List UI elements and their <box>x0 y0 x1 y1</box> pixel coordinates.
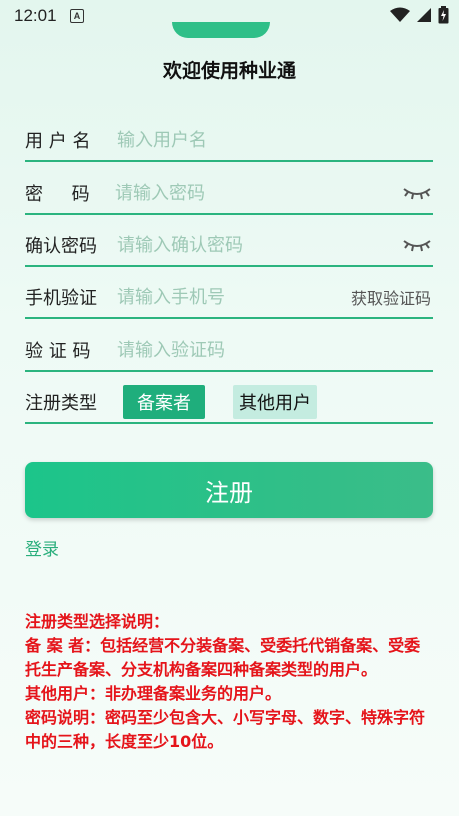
username-label: 用 户 名 <box>25 131 91 152</box>
password-input[interactable] <box>111 182 403 204</box>
wifi-icon <box>390 7 410 22</box>
note-line: 密码说明：密码至少包含大、小写字母、数字、特殊字符中的三种，长度至少10位。 <box>25 708 426 751</box>
note-line: 其他用户：非办理备案业务的用户。 <box>25 684 282 703</box>
status-icons <box>390 6 449 24</box>
type-option-other[interactable]: 其他用户 <box>233 385 317 419</box>
username-row: 用 户 名 <box>25 120 433 162</box>
confirm-password-input[interactable] <box>113 234 403 256</box>
type-option-filer[interactable]: 备案者 <box>123 385 205 419</box>
password-row: 密 码 <box>25 173 433 215</box>
phone-row: 手机验证 获取验证码 <box>25 277 433 319</box>
eye-closed-icon[interactable] <box>403 185 431 201</box>
battery-icon <box>438 6 449 24</box>
register-button[interactable]: 注册 <box>25 462 433 518</box>
notification-a-icon: A <box>70 9 84 23</box>
username-input[interactable] <box>113 129 433 151</box>
confirm-password-label: 确认密码 <box>25 236 97 257</box>
code-row: 验 证 码 <box>25 330 433 372</box>
note-line: 注册类型选择说明： <box>25 612 170 631</box>
note-line: 备 案 者：包括经营不分装备案、受委托代销备案、受委托生产备案、分支机构备案四种… <box>25 636 421 679</box>
phone-label: 手机验证 <box>25 288 97 309</box>
password-label: 密 码 <box>25 184 90 205</box>
get-code-button[interactable]: 获取验证码 <box>351 285 431 309</box>
phone-input[interactable] <box>113 286 351 308</box>
page-title: 欢迎使用种业通 <box>162 60 296 82</box>
registration-notes: 注册类型选择说明： 备 案 者：包括经营不分装备案、受委托代销备案、受委托生产备… <box>25 610 435 754</box>
confirm-password-row: 确认密码 <box>25 225 433 267</box>
header-decoration <box>172 22 270 38</box>
register-type-row: 注册类型 备案者 其他用户 <box>25 382 433 424</box>
signal-icon <box>417 8 431 22</box>
code-label: 验 证 码 <box>25 341 91 362</box>
eye-closed-icon[interactable] <box>403 237 431 253</box>
code-input[interactable] <box>113 339 433 361</box>
login-link[interactable]: 登录 <box>25 535 59 560</box>
register-type-label: 注册类型 <box>25 393 97 414</box>
status-time: 12:01 <box>14 6 57 25</box>
